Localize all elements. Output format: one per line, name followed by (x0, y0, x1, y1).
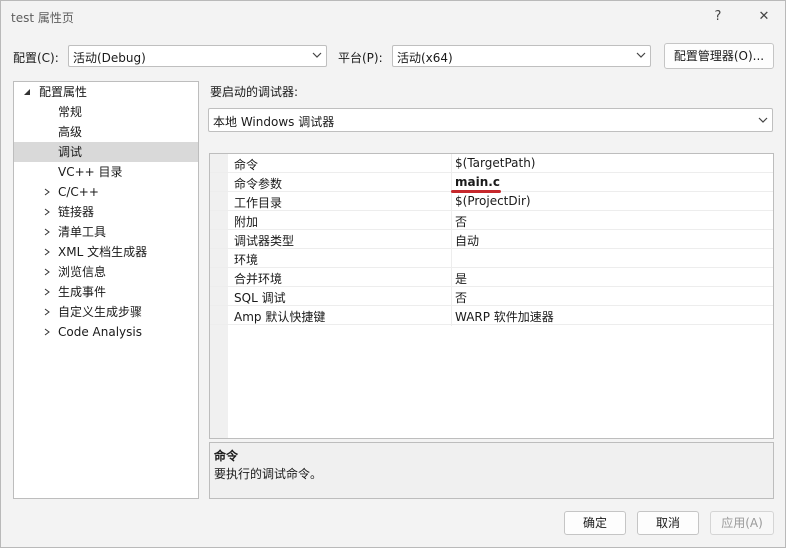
config-value: 活动(Debug) (73, 51, 146, 65)
property-row[interactable]: 工作目录 $(ProjectDir) (210, 192, 773, 211)
property-value[interactable]: $(ProjectDir) (455, 194, 531, 208)
property-value[interactable]: main.c (455, 175, 500, 189)
platform-dropdown[interactable]: 活动(x64) (392, 45, 651, 67)
config-manager-button[interactable]: 配置管理器(O)... (664, 43, 774, 69)
property-name: 附加 (234, 215, 259, 229)
property-name: 工作目录 (234, 196, 283, 210)
property-name: 环境 (234, 253, 259, 267)
close-button[interactable]: ✕ (749, 5, 779, 29)
property-row[interactable]: 附加 否 (210, 211, 773, 230)
tree-item-debugging[interactable]: 调试 (14, 142, 198, 162)
ok-button[interactable]: 确定 (564, 511, 626, 535)
tree-item-label: 常规 (58, 105, 83, 119)
collapsed-triangle-icon[interactable] (43, 248, 51, 256)
apply-button[interactable]: 应用(A) (710, 511, 774, 535)
description-title: 命令 (214, 449, 239, 463)
tree-item-code-analysis[interactable]: Code Analysis (14, 322, 198, 342)
property-row[interactable]: 命令 $(TargetPath) (210, 154, 773, 173)
property-name: Amp 默认快捷键 (234, 310, 326, 324)
description-panel: 命令 要执行的调试命令。 (209, 442, 774, 499)
tree-root-label: 配置属性 (39, 85, 88, 99)
property-row[interactable]: Amp 默认快捷键 WARP 软件加速器 (210, 306, 773, 325)
tree-item-label: 链接器 (58, 205, 95, 219)
property-value[interactable]: 否 (455, 213, 467, 230)
property-pages-window: test 属性页 ? ✕ 配置(C): 活动(Debug) 平台(P): 活动(… (0, 0, 786, 548)
property-grid: 命令 $(TargetPath) 命令参数 main.c 工作目录 $(Proj… (209, 153, 774, 439)
property-value[interactable]: 是 (455, 270, 467, 287)
chevron-down-icon (636, 52, 646, 58)
tree-item-label: 调试 (58, 145, 83, 159)
config-label: 配置(C): (13, 51, 59, 65)
property-name: 命令 (234, 158, 259, 172)
collapsed-triangle-icon[interactable] (43, 208, 51, 216)
debugger-dropdown[interactable]: 本地 Windows 调试器 (208, 108, 773, 132)
platform-label: 平台(P): (338, 51, 383, 65)
tree-item-label: VC++ 目录 (58, 165, 123, 179)
chevron-down-icon (312, 52, 322, 58)
tree-item-c-cpp[interactable]: C/C++ (14, 182, 198, 202)
collapsed-triangle-icon[interactable] (43, 188, 51, 196)
collapsed-triangle-icon[interactable] (43, 328, 51, 336)
tree-item-browse-info[interactable]: 浏览信息 (14, 262, 198, 282)
property-row[interactable]: 环境 (210, 249, 773, 268)
debugger-value: 本地 Windows 调试器 (213, 115, 335, 129)
collapsed-triangle-icon[interactable] (43, 228, 51, 236)
tree-item-xml-doc-generator[interactable]: XML 文档生成器 (14, 242, 198, 262)
expanded-triangle-icon (24, 89, 30, 95)
property-row[interactable]: SQL 调试 否 (210, 287, 773, 306)
chevron-down-icon (758, 117, 768, 123)
collapsed-triangle-icon[interactable] (43, 288, 51, 296)
tree-item-label: C/C++ (58, 185, 99, 199)
collapsed-triangle-icon[interactable] (43, 268, 51, 276)
property-row[interactable]: 合并环境 是 (210, 268, 773, 287)
property-name: 合并环境 (234, 272, 283, 286)
tree-item-label: 自定义生成步骤 (58, 305, 143, 319)
settings-tree[interactable]: 配置属性 常规 高级 调试 VC++ 目录 C/C++ 链接器 清单工具 XML… (13, 81, 199, 499)
tree-item-vc-directories[interactable]: VC++ 目录 (14, 162, 198, 182)
property-value[interactable]: WARP 软件加速器 (455, 308, 554, 325)
tree-item-label: 生成事件 (58, 285, 107, 299)
property-name: SQL 调试 (234, 291, 286, 305)
debugger-label: 要启动的调试器: (210, 85, 299, 99)
tree-item-advanced[interactable]: 高级 (14, 122, 198, 142)
red-underline-annotation (451, 190, 501, 193)
tree-item-label: XML 文档生成器 (58, 245, 148, 259)
title-bar: test 属性页 ? ✕ (1, 1, 785, 33)
tree-item-linker[interactable]: 链接器 (14, 202, 198, 222)
property-name: 命令参数 (234, 177, 283, 191)
tree-item-label: 高级 (58, 125, 83, 139)
tree-item-build-events[interactable]: 生成事件 (14, 282, 198, 302)
property-value[interactable]: 否 (455, 289, 467, 306)
window-title: test 属性页 (11, 11, 74, 25)
description-text: 要执行的调试命令。 (214, 467, 323, 481)
tree-item-custom-build-step[interactable]: 自定义生成步骤 (14, 302, 198, 322)
tree-item-manifest-tool[interactable]: 清单工具 (14, 222, 198, 242)
property-value[interactable]: $(TargetPath) (455, 156, 535, 170)
tree-root[interactable]: 配置属性 (14, 82, 198, 102)
tree-item-label: Code Analysis (58, 325, 142, 339)
platform-value: 活动(x64) (397, 51, 453, 65)
collapsed-triangle-icon[interactable] (43, 308, 51, 316)
tree-item-label: 清单工具 (58, 225, 107, 239)
tree-item-label: 浏览信息 (58, 265, 107, 279)
cancel-button[interactable]: 取消 (637, 511, 699, 535)
help-button[interactable]: ? (703, 5, 733, 29)
property-name: 调试器类型 (234, 234, 295, 248)
property-row[interactable]: 调试器类型 自动 (210, 230, 773, 249)
tree-item-general[interactable]: 常规 (14, 102, 198, 122)
property-value[interactable]: 自动 (455, 232, 479, 249)
config-dropdown[interactable]: 活动(Debug) (68, 45, 327, 67)
